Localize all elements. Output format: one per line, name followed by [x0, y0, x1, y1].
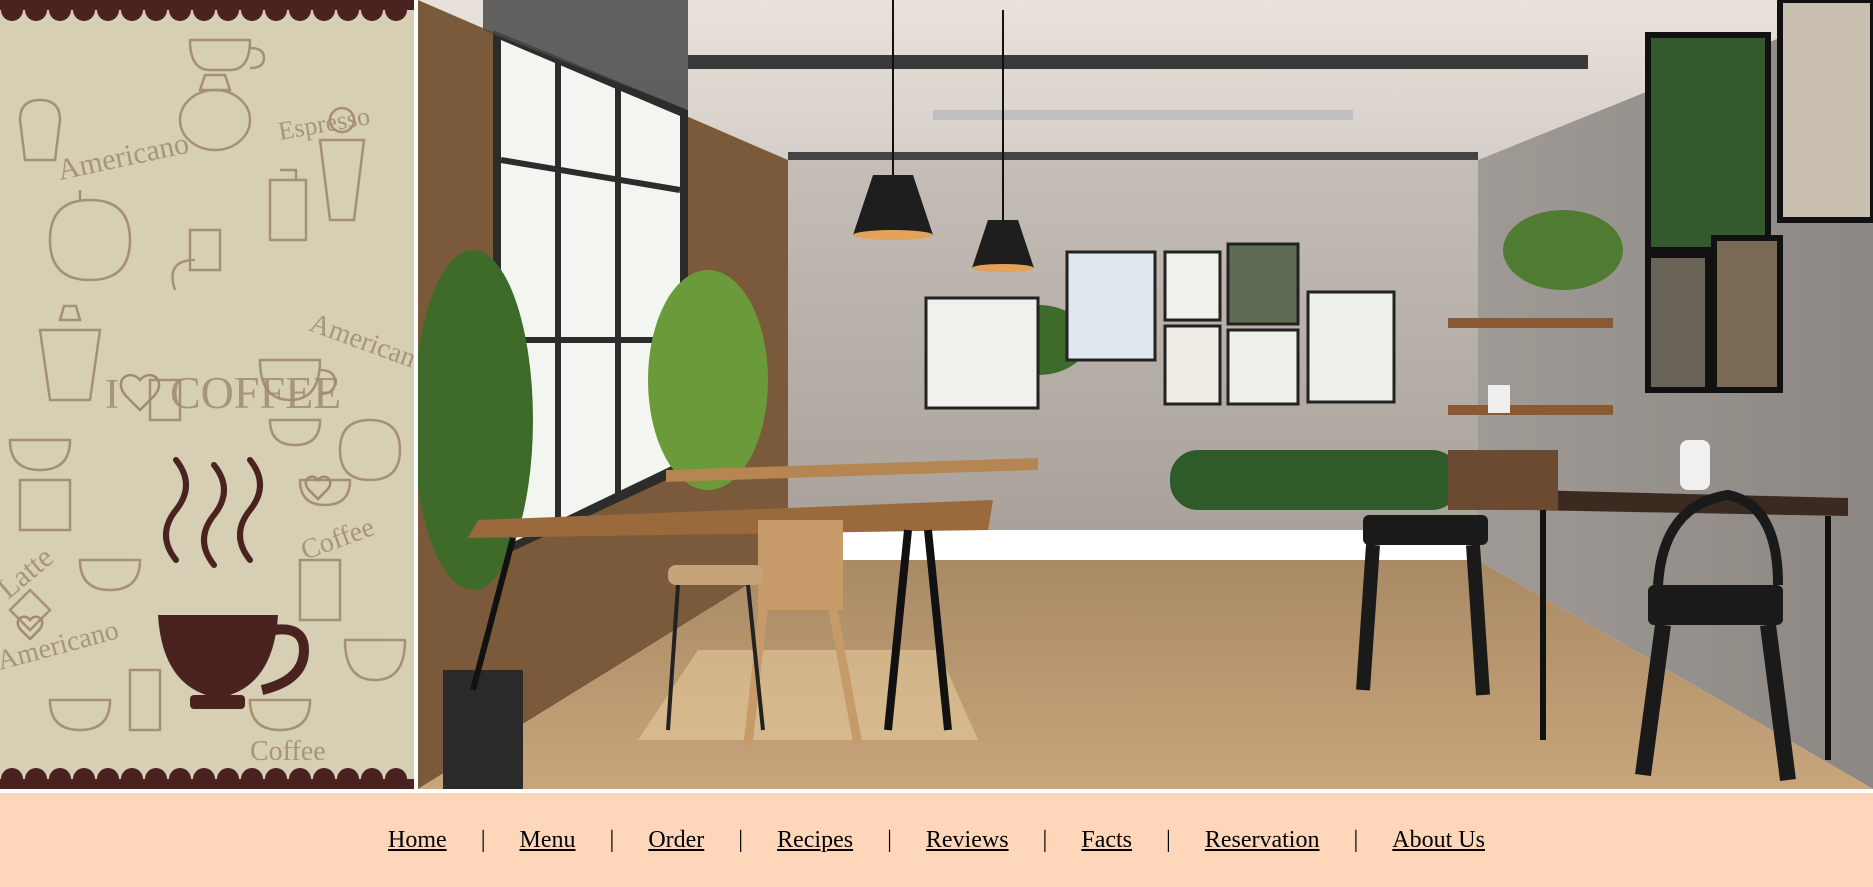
nav-link-about-us[interactable]: About Us [1392, 827, 1485, 854]
nav-separator: | [1042, 826, 1048, 853]
scallop-bottom-border [0, 768, 414, 789]
scallop-top-border [0, 0, 414, 21]
cafe-interior-illustration [418, 0, 1873, 789]
main-navigation: Home | Menu | Order | Recipes | Reviews … [0, 793, 1873, 887]
nav-separator: | [887, 826, 892, 853]
nav-link-order[interactable]: Order [648, 827, 704, 854]
nav-link-home[interactable]: Home [388, 827, 447, 854]
nav-separator: | [1353, 826, 1359, 853]
svg-text:COFFEE: COFFEE [170, 367, 341, 418]
coffee-pattern-illustration: Americano Espresso I COFFEE Americano La… [0, 0, 414, 789]
nav-separator: | [738, 826, 744, 853]
svg-text:I: I [105, 372, 119, 418]
coffee-doodle-panel: Americano Espresso I COFFEE Americano La… [0, 0, 414, 789]
nav-link-recipes[interactable]: Recipes [777, 827, 853, 854]
nav-link-reservation[interactable]: Reservation [1205, 827, 1320, 854]
nav-separator: | [480, 826, 486, 853]
nav-link-menu[interactable]: Menu [520, 827, 576, 854]
nav-separator: | [1166, 826, 1171, 853]
nav-link-facts[interactable]: Facts [1081, 827, 1132, 854]
nav-link-reviews[interactable]: Reviews [926, 827, 1009, 854]
cafe-interior-photo [418, 0, 1873, 789]
svg-text:Coffee: Coffee [250, 736, 326, 767]
nav-separator: | [609, 826, 615, 853]
hero-banner: Americano Espresso I COFFEE Americano La… [0, 0, 1873, 789]
